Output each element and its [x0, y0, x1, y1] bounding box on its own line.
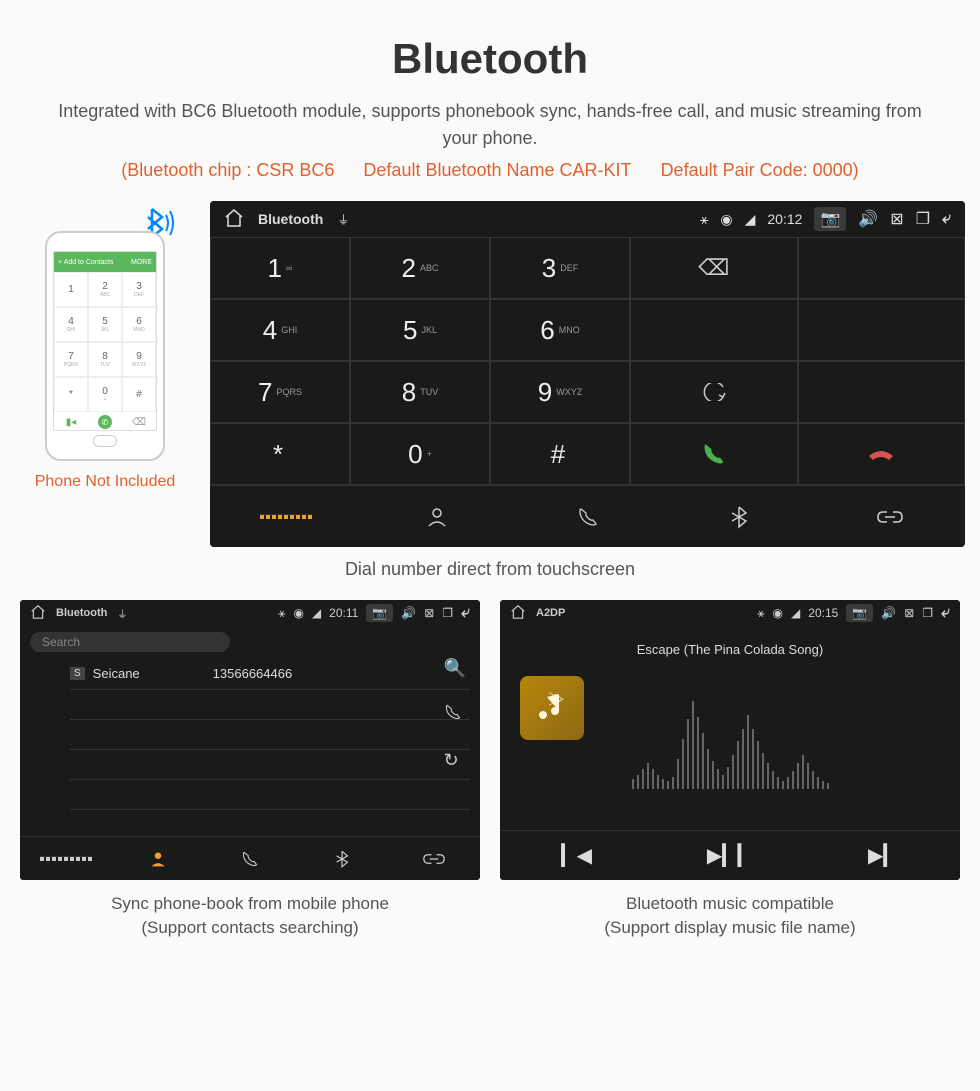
- contact-row[interactable]: S Seicane 13566664466: [70, 658, 470, 690]
- dial-key-4[interactable]: 4GHI: [210, 299, 350, 361]
- call-button[interactable]: [630, 423, 798, 485]
- volume-icon[interactable]: 🔊: [858, 209, 878, 229]
- song-title: Escape (The Pina Colada Song): [637, 642, 823, 657]
- redial-button[interactable]: [630, 361, 798, 423]
- search-icon[interactable]: 🔍: [444, 658, 466, 679]
- dial-key-2[interactable]: 2ABC: [350, 237, 490, 299]
- dial-key-9[interactable]: 9WXYZ: [490, 361, 630, 423]
- camera-icon[interactable]: 📷: [814, 207, 846, 231]
- nav-contacts[interactable]: [361, 485, 512, 547]
- recent-icon[interactable]: ❐: [916, 209, 930, 229]
- home-icon[interactable]: [30, 605, 46, 622]
- nav-dialpad[interactable]: [20, 836, 112, 880]
- dial-key-0[interactable]: 0+: [350, 423, 490, 485]
- phonebook-unit: Bluetooth ⏚ ⚹◉◢ 20:11 📷🔊⊠❐ ⤶ Search: [20, 600, 480, 880]
- nav-contacts[interactable]: [112, 836, 204, 880]
- dialer-head-unit: Bluetooth ⏚ ⚹ ◉ ◢ 20:12 📷 🔊 ⊠ ❐ ⤶ 1∞2ABC…: [210, 201, 965, 547]
- phone-caption: Phone Not Included: [15, 473, 195, 491]
- nav-dialpad[interactable]: [210, 485, 361, 547]
- dial-key-7[interactable]: 7PQRS: [210, 361, 350, 423]
- backspace-button[interactable]: ⌫: [630, 237, 798, 299]
- nav-bluetooth[interactable]: [296, 836, 388, 880]
- status-title: Bluetooth: [258, 211, 323, 227]
- dial-key-1[interactable]: 1∞: [210, 237, 350, 299]
- spec-line: (Bluetooth chip : CSR BC6 Default Blueto…: [15, 160, 965, 181]
- page-subtitle: Integrated with BC6 Bluetooth module, su…: [15, 98, 965, 152]
- dial-key-6[interactable]: 6MNO: [490, 299, 630, 361]
- dial-key-8[interactable]: 8TUV: [350, 361, 490, 423]
- close-icon[interactable]: ⊠: [890, 209, 903, 229]
- play-pause-button[interactable]: ▶▎▎: [653, 831, 806, 880]
- clock-time: 20:12: [767, 211, 802, 227]
- bluetooth-icon: ⚹: [700, 211, 708, 228]
- page-title: Bluetooth: [15, 35, 965, 83]
- audio-visualizer: [632, 689, 829, 789]
- phonebook-caption: Sync phone-book from mobile phone (Suppo…: [20, 892, 480, 940]
- location-icon: ◉: [720, 211, 732, 228]
- search-input[interactable]: Search: [30, 632, 230, 652]
- home-icon[interactable]: [224, 209, 244, 230]
- back-icon[interactable]: ⤶: [942, 210, 951, 228]
- dial-key-*[interactable]: *: [210, 423, 350, 485]
- dial-key-5[interactable]: 5JKL: [350, 299, 490, 361]
- music-caption: Bluetooth music compatible (Support disp…: [500, 892, 960, 940]
- nav-recent-calls[interactable]: [512, 485, 663, 547]
- dial-key-#[interactable]: #: [490, 423, 630, 485]
- wifi-icon: ◢: [745, 211, 756, 228]
- phone-mockup: + Add to Contacts MORE 12ABC3DEF4GHI5JKL…: [15, 201, 195, 491]
- prev-track-button[interactable]: ▎◀: [500, 831, 653, 880]
- bottom-nav: [210, 485, 965, 547]
- status-bar: Bluetooth ⏚ ⚹ ◉ ◢ 20:12 📷 🔊 ⊠ ❐ ⤶: [210, 201, 965, 237]
- dial-key-3[interactable]: 3DEF: [490, 237, 630, 299]
- nav-recent-calls[interactable]: [204, 836, 296, 880]
- usb-icon: ⏚: [337, 211, 349, 228]
- nav-bluetooth[interactable]: [663, 485, 814, 547]
- music-unit: A2DP ⚹◉◢ 20:15 📷🔊⊠❐ ⤶ Escape (The Pina C…: [500, 600, 960, 880]
- nav-link[interactable]: [388, 836, 480, 880]
- dialer-caption: Dial number direct from touchscreen: [15, 559, 965, 580]
- album-art-icon: [520, 676, 584, 740]
- next-track-button[interactable]: ▶▎: [807, 831, 960, 880]
- nav-link[interactable]: [814, 485, 965, 547]
- refresh-icon[interactable]: ↻: [444, 750, 466, 771]
- home-icon[interactable]: [510, 605, 526, 622]
- hangup-button[interactable]: [798, 423, 966, 485]
- call-icon[interactable]: [444, 703, 466, 726]
